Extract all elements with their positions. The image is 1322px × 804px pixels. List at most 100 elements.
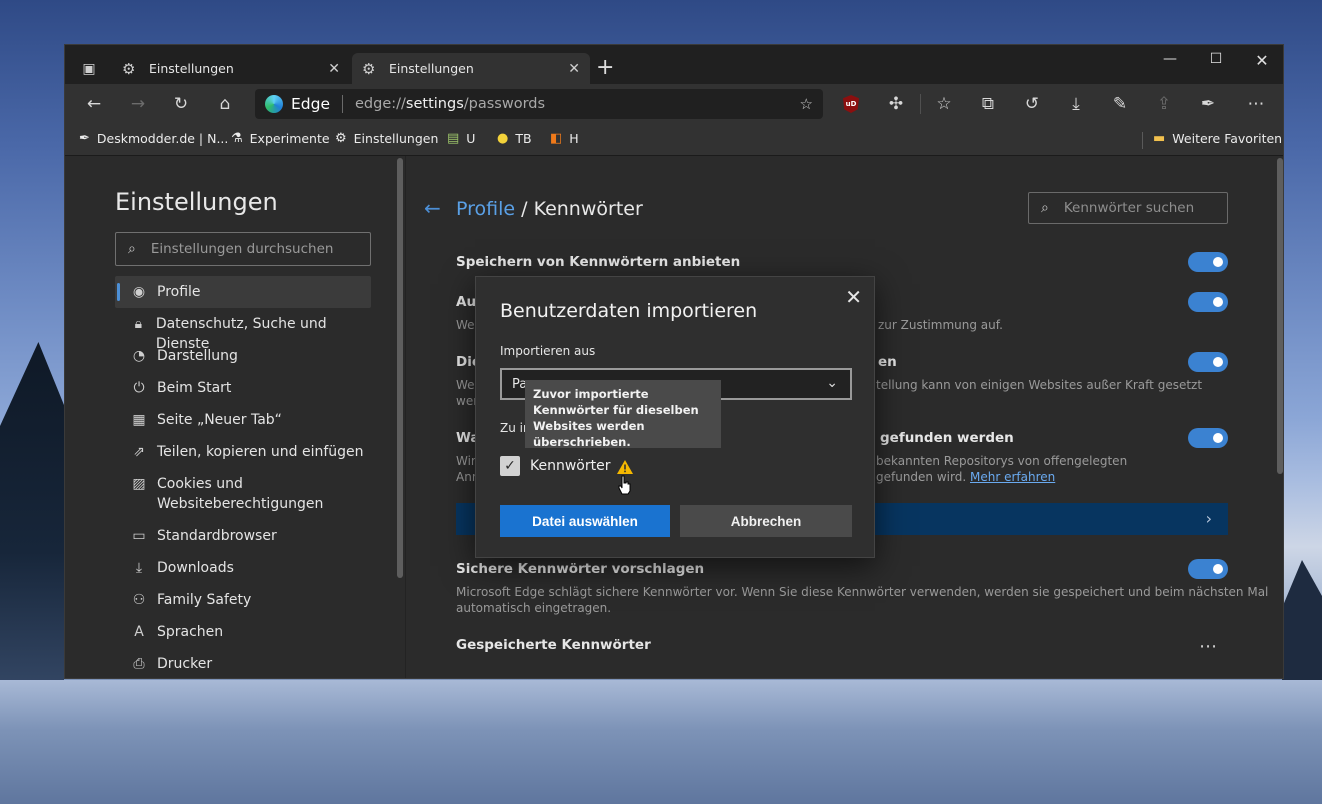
import-from-label: Importieren aus: [500, 344, 596, 358]
forward-icon[interactable]: →: [125, 92, 151, 116]
sidebar-item-new-tab[interactable]: ▦ Seite „Neuer Tab“: [115, 410, 371, 430]
favorite-item[interactable]: ⚙ Einstellungen: [335, 131, 438, 146]
main-scrollbar[interactable]: [1274, 156, 1283, 678]
power-icon: ⏻: [133, 380, 145, 396]
favorite-item[interactable]: ✒ Deskmodder.de | N...: [79, 131, 228, 146]
warning-icon: [617, 460, 633, 474]
scrollbar-thumb[interactable]: [397, 158, 403, 578]
family-icon: ⚇: [132, 592, 146, 608]
tab-inactive[interactable]: ⚙ Einstellungen ✕: [112, 53, 350, 84]
address-separator: [342, 95, 344, 113]
add-favorite-icon[interactable]: ☆: [800, 95, 813, 113]
language-icon: A: [134, 624, 144, 640]
close-icon[interactable]: ✕: [845, 285, 862, 309]
sidebar-item-default-browser[interactable]: ▭ Standardbrowser: [115, 526, 371, 546]
search-icon: ⌕: [1041, 200, 1049, 216]
cancel-button[interactable]: Abbrechen: [680, 505, 852, 537]
setting-autosignin-desc-right: zur Zustimmung auf.: [878, 318, 1003, 332]
favorite-item[interactable]: ● TB: [497, 131, 532, 146]
window-close-icon[interactable]: ✕: [1239, 51, 1283, 70]
search-placeholder: Einstellungen durchsuchen: [150, 241, 334, 257]
sidebar-item-printers[interactable]: ⎙ Drucker: [115, 654, 371, 674]
scrollbar-thumb[interactable]: [1277, 158, 1283, 474]
passwords-checkbox[interactable]: ✓: [500, 456, 520, 476]
setting-monitor-title-right: gefunden werden: [880, 430, 1014, 446]
setting-monitor-desc-right2: gefunden wird. Mehr erfahren: [876, 470, 1056, 484]
palette-icon: ◔: [132, 348, 146, 364]
tab-actions-icon[interactable]: ▣: [77, 57, 101, 81]
maximize-icon[interactable]: ☐: [1193, 51, 1239, 67]
history-icon[interactable]: ↺: [1019, 92, 1045, 116]
browser-icon: ▭: [132, 528, 146, 544]
monitor-toggle[interactable]: [1188, 428, 1228, 448]
desktop-background-trees: [1282, 560, 1322, 680]
stack-icon: ◧: [550, 131, 563, 146]
address-bar[interactable]: Edge edge://settings/passwords ☆: [255, 89, 823, 119]
password-search-input[interactable]: ⌕ Kennwörter suchen: [1028, 192, 1228, 224]
sidebar-item-appearance[interactable]: ◔ Darstellung: [115, 346, 371, 366]
search-icon: ⌕: [128, 241, 136, 257]
pen-icon[interactable]: ✒: [1195, 92, 1221, 116]
tab-active[interactable]: ⚙ Einstellungen ✕: [352, 53, 590, 84]
setting-monitor-desc: Wir: [456, 454, 476, 468]
search-placeholder: Kennwörter suchen: [1063, 200, 1195, 216]
share-icon[interactable]: ⇪: [1151, 92, 1177, 116]
sidebar-item-profile[interactable]: ◉ Profile: [115, 276, 371, 308]
url-text[interactable]: edge://settings/passwords: [355, 96, 545, 112]
gear-icon: ⚙: [122, 59, 136, 78]
learn-more-link[interactable]: Mehr erfahren: [970, 470, 1055, 484]
setting-suggest-title: Sichere Kennwörter vorschlagen: [456, 561, 705, 577]
ublock-extension-icon[interactable]: uD: [843, 95, 859, 113]
sidebar-item-cookies[interactable]: ▨ Cookies und Websiteberechtigungen: [115, 474, 371, 514]
share-icon: ⇗: [133, 444, 145, 460]
autosignin-toggle[interactable]: [1188, 292, 1228, 312]
download-icon[interactable]: ⤓: [1063, 92, 1089, 116]
title-bar: ▣ ⚙ Einstellungen ✕ ⚙ Einstellungen ✕ + …: [65, 45, 1283, 84]
sidebar-item-family-safety[interactable]: ⚇ Family Safety: [115, 590, 371, 610]
extensions-icon[interactable]: ✣: [883, 92, 909, 116]
favorite-item[interactable]: ▤ U: [447, 131, 475, 146]
favorite-item[interactable]: ⚗ Experimente: [231, 131, 330, 146]
coin-icon: ●: [497, 131, 509, 146]
offer-save-toggle[interactable]: [1188, 252, 1228, 272]
sidebar-item-languages[interactable]: A Sprachen: [115, 622, 371, 642]
tab-title: Einstellungen: [149, 61, 234, 76]
choose-file-button[interactable]: Datei auswählen: [500, 505, 670, 537]
pen-icon: ✒: [79, 131, 90, 146]
back-arrow-icon[interactable]: ←: [424, 196, 441, 220]
settings-search-input[interactable]: ⌕ Einstellungen durchsuchen: [115, 232, 371, 266]
site-identity-label: Edge: [291, 95, 331, 113]
new-tab-icon[interactable]: +: [596, 57, 614, 79]
breadcrumb-profile[interactable]: Profile: [456, 198, 515, 220]
settings-sidebar: Einstellungen ⌕ Einstellungen durchsuche…: [65, 156, 405, 678]
hand-cursor-icon: [618, 475, 631, 495]
collections-icon[interactable]: ⧉: [975, 92, 1001, 116]
web-capture-icon[interactable]: ✎: [1107, 92, 1133, 116]
minimize-icon[interactable]: —: [1147, 51, 1193, 67]
more-options-icon[interactable]: ⋯: [1199, 636, 1218, 657]
chevron-right-icon: ›: [1205, 509, 1212, 528]
favorite-item[interactable]: ◧ H: [550, 131, 579, 146]
extension-icon: ▤: [447, 131, 460, 146]
other-favorites-folder[interactable]: ▬ Weitere Favoriten: [1153, 131, 1282, 146]
sidebar-item-startup[interactable]: ⏻ Beim Start: [115, 378, 371, 398]
setting-third-title-right: en: [878, 354, 897, 370]
home-icon[interactable]: ⌂: [212, 92, 238, 116]
profile-icon: ◉: [132, 284, 146, 300]
desktop-background-mountain: [0, 342, 64, 720]
gear-icon: ⚙: [362, 59, 376, 78]
tab-title: Einstellungen: [389, 61, 474, 76]
more-menu-icon[interactable]: ⋯: [1243, 92, 1269, 116]
back-icon[interactable]: ←: [81, 92, 107, 116]
suggest-toggle[interactable]: [1188, 559, 1228, 579]
close-icon[interactable]: ✕: [568, 61, 580, 77]
saved-passwords-title: Gespeicherte Kennwörter: [456, 637, 651, 653]
sidebar-scrollbar[interactable]: [396, 156, 405, 678]
third-setting-toggle[interactable]: [1188, 352, 1228, 372]
close-icon[interactable]: ✕: [328, 61, 340, 77]
refresh-icon[interactable]: ↻: [168, 92, 194, 116]
sidebar-item-downloads[interactable]: ⤓ Downloads: [115, 558, 371, 578]
toolbar: ← → ↻ ⌂ Edge edge://settings/passwords ☆…: [65, 84, 1283, 124]
sidebar-item-share-copy-paste[interactable]: ⇗ Teilen, kopieren und einfügen: [115, 442, 371, 462]
favorites-icon[interactable]: ☆: [931, 92, 957, 116]
